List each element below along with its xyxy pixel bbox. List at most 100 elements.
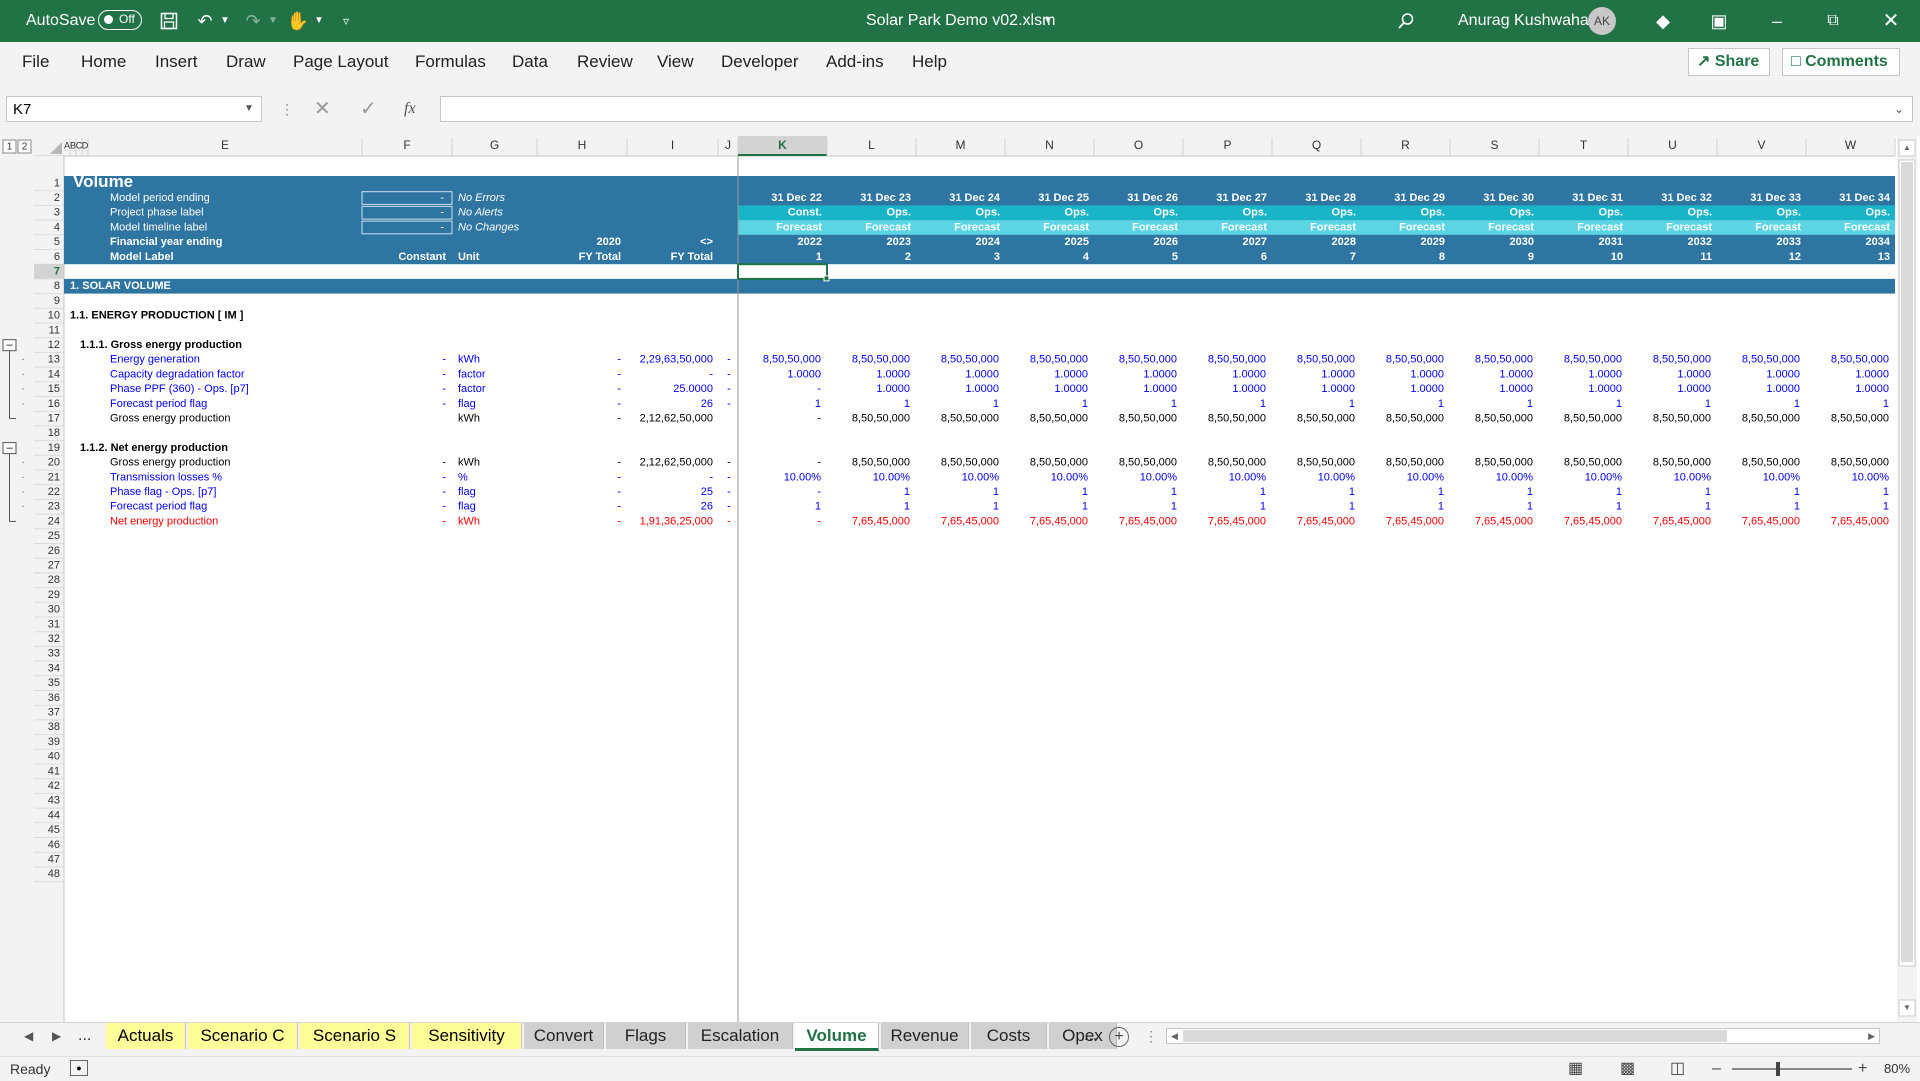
- sheet-tab-volume[interactable]: Volume: [795, 1023, 879, 1051]
- autosave-toggle[interactable]: Off: [98, 10, 142, 30]
- sheet-tab-escalation[interactable]: Escalation: [688, 1023, 793, 1049]
- tab-formulas[interactable]: Formulas: [415, 42, 486, 82]
- more-sheets-left[interactable]: ...: [78, 1023, 91, 1049]
- formula-input[interactable]: [440, 96, 1913, 122]
- page-layout-view-icon[interactable]: ▩: [1620, 1057, 1635, 1081]
- period-number: 8: [1439, 251, 1445, 263]
- close-icon[interactable]: ✕: [1876, 0, 1906, 42]
- period-date: 31 Dec 25: [1038, 192, 1089, 204]
- horizontal-scrollbar[interactable]: ◀ ▶: [1166, 1028, 1880, 1044]
- name-box-dropdown-icon[interactable]: ▼: [244, 96, 254, 122]
- sheet-tab-sensitivity[interactable]: Sensitivity: [412, 1023, 522, 1049]
- confirm-entry-icon[interactable]: ✓: [360, 94, 377, 124]
- customize-qat-icon[interactable]: ▿: [336, 0, 356, 42]
- sheet-tab-convert[interactable]: Convert: [524, 1023, 604, 1049]
- timeline-value: 8,50,50,000: [1208, 412, 1266, 424]
- row-header-16: 16: [48, 398, 60, 410]
- redo-dropdown-icon[interactable]: ▼: [266, 0, 280, 42]
- normal-view-icon[interactable]: ▦: [1568, 1057, 1583, 1081]
- sheet-tab-costs[interactable]: Costs: [971, 1023, 1047, 1049]
- zoom-slider-thumb[interactable]: [1776, 1062, 1780, 1076]
- tab-insert[interactable]: Insert: [155, 42, 198, 82]
- scroll-tabs-left-icon[interactable]: ◀: [24, 1023, 33, 1049]
- name-box[interactable]: K7: [6, 96, 262, 122]
- zoom-out-icon[interactable]: –: [1712, 1057, 1721, 1081]
- undo-icon[interactable]: ↶: [192, 0, 218, 42]
- fill-handle[interactable]: [823, 275, 830, 282]
- timeline-value: 8,50,50,000: [1297, 354, 1355, 366]
- more-options-icon[interactable]: ⋮: [280, 96, 294, 122]
- ribbon-display-icon[interactable]: ▣: [1704, 0, 1734, 42]
- tab-page-layout[interactable]: Page Layout: [293, 42, 388, 82]
- tab-view[interactable]: View: [657, 42, 694, 82]
- cell-grid[interactable]: 1 2 A B C D E F G H I J K L M N O P Q R S T U V W123456789101112…: [0, 136, 1920, 1022]
- tab-developer[interactable]: Developer: [721, 42, 799, 82]
- title-dropdown-icon[interactable]: ▼: [1040, 0, 1056, 42]
- search-icon[interactable]: [1392, 0, 1420, 42]
- cancel-entry-icon[interactable]: ✕: [314, 94, 331, 124]
- minimize-icon[interactable]: –: [1762, 0, 1792, 42]
- timeline-label: Forecast: [1221, 221, 1267, 233]
- timeline-value: 10.00%: [784, 471, 822, 483]
- tab-data[interactable]: Data: [512, 42, 548, 82]
- comment-icon: □: [1791, 53, 1801, 70]
- row-header-46: 46: [48, 839, 60, 851]
- zoom-level[interactable]: 80%: [1884, 1057, 1910, 1081]
- avatar[interactable]: AK: [1588, 7, 1616, 35]
- document-title[interactable]: Solar Park Demo v02.xlsm: [866, 0, 1055, 42]
- diamond-icon[interactable]: ◆: [1648, 0, 1678, 42]
- timeline-value: 8,50,50,000: [941, 354, 999, 366]
- scroll-right-icon[interactable]: ▶: [1868, 1029, 1875, 1043]
- fy-total-h-value: -: [617, 457, 621, 469]
- sheet-tab-scenario-s[interactable]: Scenario S: [300, 1023, 410, 1049]
- header-input-cell[interactable]: [361, 220, 453, 235]
- macro-recording-icon[interactable]: ●: [70, 1060, 88, 1076]
- touch-mode-icon[interactable]: ✋: [286, 0, 310, 42]
- tab-split-handle[interactable]: ⋮: [1144, 1023, 1158, 1049]
- column-header-w: W: [1845, 138, 1857, 152]
- timeline-value: 8,50,50,000: [1119, 457, 1177, 469]
- scroll-tabs-right-icon[interactable]: ▶: [52, 1023, 61, 1049]
- tab-review[interactable]: Review: [577, 42, 633, 82]
- user-name[interactable]: Anurag Kushwaha: [1458, 0, 1589, 42]
- page-break-view-icon[interactable]: ◫: [1670, 1057, 1685, 1081]
- undo-dropdown-icon[interactable]: ▼: [218, 0, 232, 42]
- scroll-left-icon[interactable]: ◀: [1171, 1029, 1178, 1043]
- period-date: 31 Dec 32: [1661, 192, 1712, 204]
- restore-icon[interactable]: ⧉: [1818, 0, 1848, 42]
- new-sheet-icon[interactable]: +: [1109, 1027, 1129, 1047]
- tab-help[interactable]: Help: [912, 42, 947, 82]
- tab-home[interactable]: Home: [81, 42, 126, 82]
- sheet-tab-flags[interactable]: Flags: [606, 1023, 686, 1049]
- more-sheets-right[interactable]: ...: [1084, 1023, 1097, 1049]
- tab-draw[interactable]: Draw: [226, 42, 266, 82]
- sheet-tab-actuals[interactable]: Actuals: [106, 1023, 186, 1049]
- comments-button[interactable]: □ Comments: [1782, 48, 1900, 76]
- period-number: 13: [1878, 251, 1890, 263]
- redo-icon[interactable]: ↷: [240, 0, 266, 42]
- horizontal-scroll-thumb[interactable]: [1183, 1030, 1727, 1042]
- header-input-cell[interactable]: [361, 205, 453, 220]
- timeline-value: 1: [1171, 398, 1177, 410]
- save-icon[interactable]: [156, 0, 182, 42]
- expand-formula-icon[interactable]: ⌄: [1894, 96, 1904, 122]
- zoom-slider[interactable]: [1732, 1068, 1852, 1070]
- spacer-value: -: [727, 515, 731, 527]
- timeline-value: 8,50,50,000: [1386, 412, 1444, 424]
- sheet-tab-opex[interactable]: Opex: [1049, 1023, 1117, 1049]
- timeline-label: Forecast: [1399, 221, 1445, 233]
- timeline-label: Forecast: [1310, 221, 1356, 233]
- zoom-in-icon[interactable]: +: [1858, 1057, 1867, 1081]
- vertical-scroll-thumb[interactable]: [1901, 162, 1913, 962]
- sheet-tab-scenario-c[interactable]: Scenario C: [188, 1023, 298, 1049]
- worksheet-grid[interactable]: 1 2 A B C D E F G H I J K L M N O P Q R S T U V W 1 2 3 4 5 6 7 8 9 10 11 12…: [0, 136, 1920, 1022]
- header-input-cell[interactable]: [361, 191, 453, 205]
- tab-add-ins[interactable]: Add-ins: [826, 42, 884, 82]
- touch-dropdown-icon[interactable]: ▼: [312, 0, 326, 42]
- row-header-6: 6: [54, 251, 60, 263]
- sheet-tab-revenue[interactable]: Revenue: [881, 1023, 969, 1049]
- share-button[interactable]: ↗ Share: [1688, 48, 1770, 76]
- spacer-value: -: [727, 383, 731, 395]
- insert-function-icon[interactable]: fx: [404, 96, 416, 122]
- tab-file[interactable]: File: [22, 42, 49, 82]
